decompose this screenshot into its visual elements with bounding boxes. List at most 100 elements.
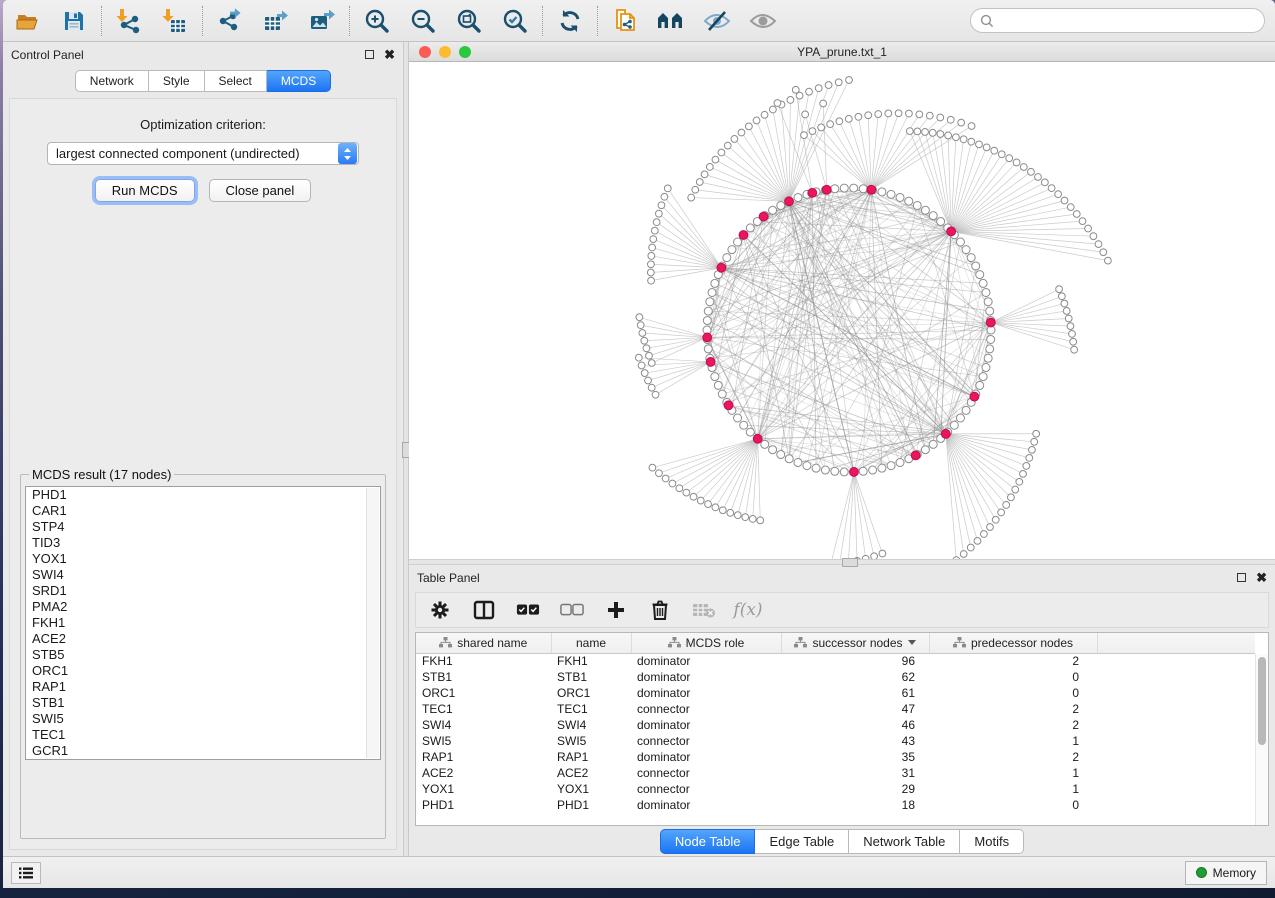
table-row[interactable]: YOX1YOX1connector291: [416, 781, 1255, 797]
graph-node[interactable]: [637, 322, 644, 329]
graph-node[interactable]: [1033, 430, 1040, 437]
graph-node[interactable]: [967, 544, 974, 551]
graph-node[interactable]: [706, 298, 714, 306]
graph-node[interactable]: [723, 254, 731, 262]
criterion-select[interactable]: largest connected component (undirected): [47, 142, 359, 165]
graph-node[interactable]: [785, 197, 794, 206]
result-list-scrollbar[interactable]: [366, 488, 379, 758]
zoom-out-icon[interactable]: [408, 6, 438, 36]
graph-node[interactable]: [1061, 300, 1068, 307]
graph-node[interactable]: [827, 121, 834, 128]
graph-node[interactable]: [648, 384, 655, 391]
graph-node[interactable]: [1029, 446, 1036, 453]
task-history-button[interactable]: [11, 862, 41, 884]
graph-node[interactable]: [879, 550, 886, 557]
mcds-result-item[interactable]: ORC1: [26, 663, 380, 679]
graph-node[interactable]: [855, 113, 862, 120]
graph-node[interactable]: [734, 238, 742, 246]
mcds-result-item[interactable]: ACE2: [26, 631, 380, 647]
graph-node[interactable]: [724, 401, 733, 410]
graph-node[interactable]: [651, 227, 658, 234]
graph-node[interactable]: [835, 79, 842, 86]
graph-node[interactable]: [984, 354, 992, 362]
first-neighbors-icon[interactable]: [656, 6, 686, 36]
graph-node[interactable]: [885, 110, 892, 117]
zoom-selected-icon[interactable]: [500, 6, 530, 36]
graph-node[interactable]: [639, 330, 646, 337]
memory-button[interactable]: Memory: [1185, 861, 1267, 885]
column-header-predecessor-nodes[interactable]: predecessor nodes: [929, 633, 1097, 653]
graph-node[interactable]: [958, 119, 965, 126]
delete-table-icon[interactable]: [692, 598, 716, 622]
import-network-icon[interactable]: [114, 6, 144, 36]
graph-node[interactable]: [649, 464, 656, 471]
table-row[interactable]: PHD1PHD1dominator180: [416, 797, 1255, 813]
graph-node[interactable]: [865, 112, 872, 119]
mcds-result-item[interactable]: FKH1: [26, 615, 380, 631]
export-image-icon[interactable]: [307, 6, 337, 36]
graph-node[interactable]: [986, 307, 994, 315]
close-panel-icon[interactable]: ✖: [384, 50, 395, 59]
table-row[interactable]: ACE2ACE2connector311: [416, 765, 1255, 781]
graph-node[interactable]: [950, 421, 958, 429]
graph-node[interactable]: [962, 406, 970, 414]
graph-node[interactable]: [669, 480, 676, 487]
graph-node[interactable]: [746, 224, 754, 232]
graph-node[interactable]: [808, 188, 817, 197]
graph-node[interactable]: [1063, 308, 1070, 315]
graph-node[interactable]: [1035, 174, 1042, 181]
new-network-from-selection-icon[interactable]: [610, 6, 640, 36]
graph-node[interactable]: [676, 485, 683, 492]
graph-node[interactable]: [869, 466, 877, 474]
close-panel-icon[interactable]: ✖: [1256, 573, 1267, 582]
search-field[interactable]: [970, 8, 1265, 33]
graph-node[interactable]: [742, 514, 749, 521]
graph-node[interactable]: [703, 317, 711, 325]
graph-node[interactable]: [809, 128, 816, 135]
tab-select[interactable]: Select: [205, 70, 267, 92]
graph-node[interactable]: [664, 185, 671, 192]
graph-node[interactable]: [648, 253, 655, 260]
graph-node[interactable]: [1031, 438, 1038, 445]
graph-node[interactable]: [998, 509, 1005, 516]
column-header-shared-name[interactable]: shared name: [416, 633, 551, 653]
graph-node[interactable]: [1085, 225, 1092, 232]
graph-node[interactable]: [708, 288, 716, 296]
graph-node[interactable]: [734, 414, 742, 422]
graph-node[interactable]: [712, 504, 719, 511]
graph-node[interactable]: [937, 131, 944, 138]
graph-node[interactable]: [887, 190, 895, 198]
graph-node[interactable]: [643, 345, 650, 352]
graph-node[interactable]: [906, 128, 913, 135]
delete-column-trash-icon[interactable]: [648, 598, 672, 622]
graph-node[interactable]: [803, 462, 811, 470]
graph-node[interactable]: [905, 197, 913, 205]
graph-node[interactable]: [947, 116, 954, 123]
graph-node[interactable]: [753, 434, 762, 443]
graph-node[interactable]: [749, 515, 756, 522]
graph-node[interactable]: [929, 440, 937, 448]
graph-node[interactable]: [1071, 346, 1078, 353]
graph-node[interactable]: [705, 501, 712, 508]
graph-node[interactable]: [921, 446, 929, 454]
graph-node[interactable]: [913, 201, 921, 209]
graph-node[interactable]: [711, 279, 719, 287]
graph-node[interactable]: [648, 277, 655, 284]
graph-node[interactable]: [1026, 455, 1033, 462]
graph-node[interactable]: [1020, 164, 1027, 171]
graph-node[interactable]: [692, 186, 699, 193]
horizontal-splitter[interactable]: [409, 559, 1275, 565]
graph-node[interactable]: [787, 97, 794, 104]
zoom-in-icon[interactable]: [362, 6, 392, 36]
graph-node[interactable]: [820, 100, 827, 107]
graph-node[interactable]: [850, 184, 858, 192]
hide-selected-icon[interactable]: [702, 6, 732, 36]
graph-node[interactable]: [690, 493, 697, 500]
graph-node[interactable]: [1028, 168, 1035, 175]
float-panel-icon[interactable]: [1237, 573, 1246, 582]
graph-node[interactable]: [641, 370, 648, 377]
graph-node[interactable]: [801, 132, 808, 139]
graph-node[interactable]: [636, 314, 643, 321]
graph-node[interactable]: [802, 111, 809, 118]
graph-node[interactable]: [878, 188, 886, 196]
